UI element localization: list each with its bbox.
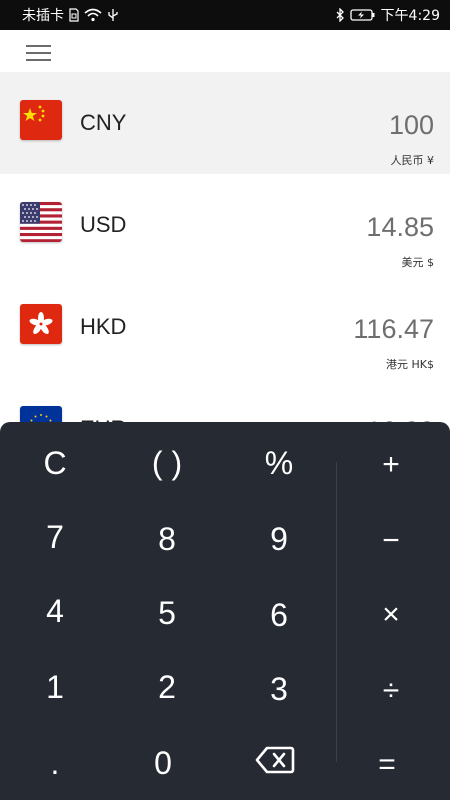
percent-key[interactable]: % [224,426,334,500]
keypad: C ( ) % + 7 8 9 − 4 5 6 × 1 2 3 ÷ . 0 = [0,422,450,800]
hamburger-menu-icon[interactable] [24,42,54,64]
usb-icon [107,8,119,22]
china-flag-icon [20,100,62,140]
wifi-icon [84,8,102,22]
digit-9-key[interactable]: 9 [224,502,334,576]
sim-icon [69,8,79,22]
currency-row-usd[interactable]: USD 14.85 美元 $ [0,174,450,276]
currency-unit: 港元 HK$ [386,358,434,371]
parentheses-key[interactable]: ( ) [112,426,222,500]
equals-key[interactable]: = [332,728,442,800]
currency-unit: 人民币 ¥ [390,154,435,167]
digit-7-key[interactable]: 7 [0,500,110,574]
currency-unit: 美元 $ [401,256,435,269]
digit-5-key[interactable]: 5 [112,576,222,650]
digit-2-key[interactable]: 2 [112,650,222,724]
hong-kong-flag-icon [20,304,62,344]
backspace-key[interactable] [220,726,330,800]
digit-4-key[interactable]: 4 [0,574,110,648]
digit-0-key[interactable]: 0 [108,726,218,800]
toolbar [0,30,450,72]
plus-key[interactable]: + [336,428,446,502]
currency-code: USD [80,212,127,237]
status-bar: 未插卡 下午4:29 [0,0,450,30]
currency-code: HKD [80,314,127,339]
carrier-label: 未插卡 [22,8,64,24]
currency-amount: 100 [388,110,434,140]
digit-1-key[interactable]: 1 [0,650,110,724]
multiply-key[interactable]: × [336,578,446,652]
backspace-icon [255,745,295,782]
currency-amount: 116.47 [353,314,434,344]
minus-key[interactable]: − [336,504,446,578]
digit-8-key[interactable]: 8 [112,502,222,576]
bluetooth-icon [335,8,345,22]
clock: 下午4:29 [380,8,440,24]
decimal-point-key[interactable]: . [0,726,110,800]
digit-6-key[interactable]: 6 [224,578,334,652]
usa-flag-icon [20,202,62,242]
digit-3-key[interactable]: 3 [224,652,334,726]
clear-key[interactable]: C [0,426,110,500]
currency-converter-screen: 未插卡 下午4:29 CNY 100 人民币 ¥ USD 14.85 美元 $ … [0,0,450,800]
currency-amount: 14.85 [366,212,434,242]
battery-charging-icon [349,8,376,22]
divide-key[interactable]: ÷ [336,654,446,728]
currency-row-cny[interactable]: CNY 100 人民币 ¥ [0,72,450,174]
currency-row-hkd[interactable]: HKD 116.47 港元 HK$ [0,276,450,378]
currency-code: CNY [80,110,127,135]
